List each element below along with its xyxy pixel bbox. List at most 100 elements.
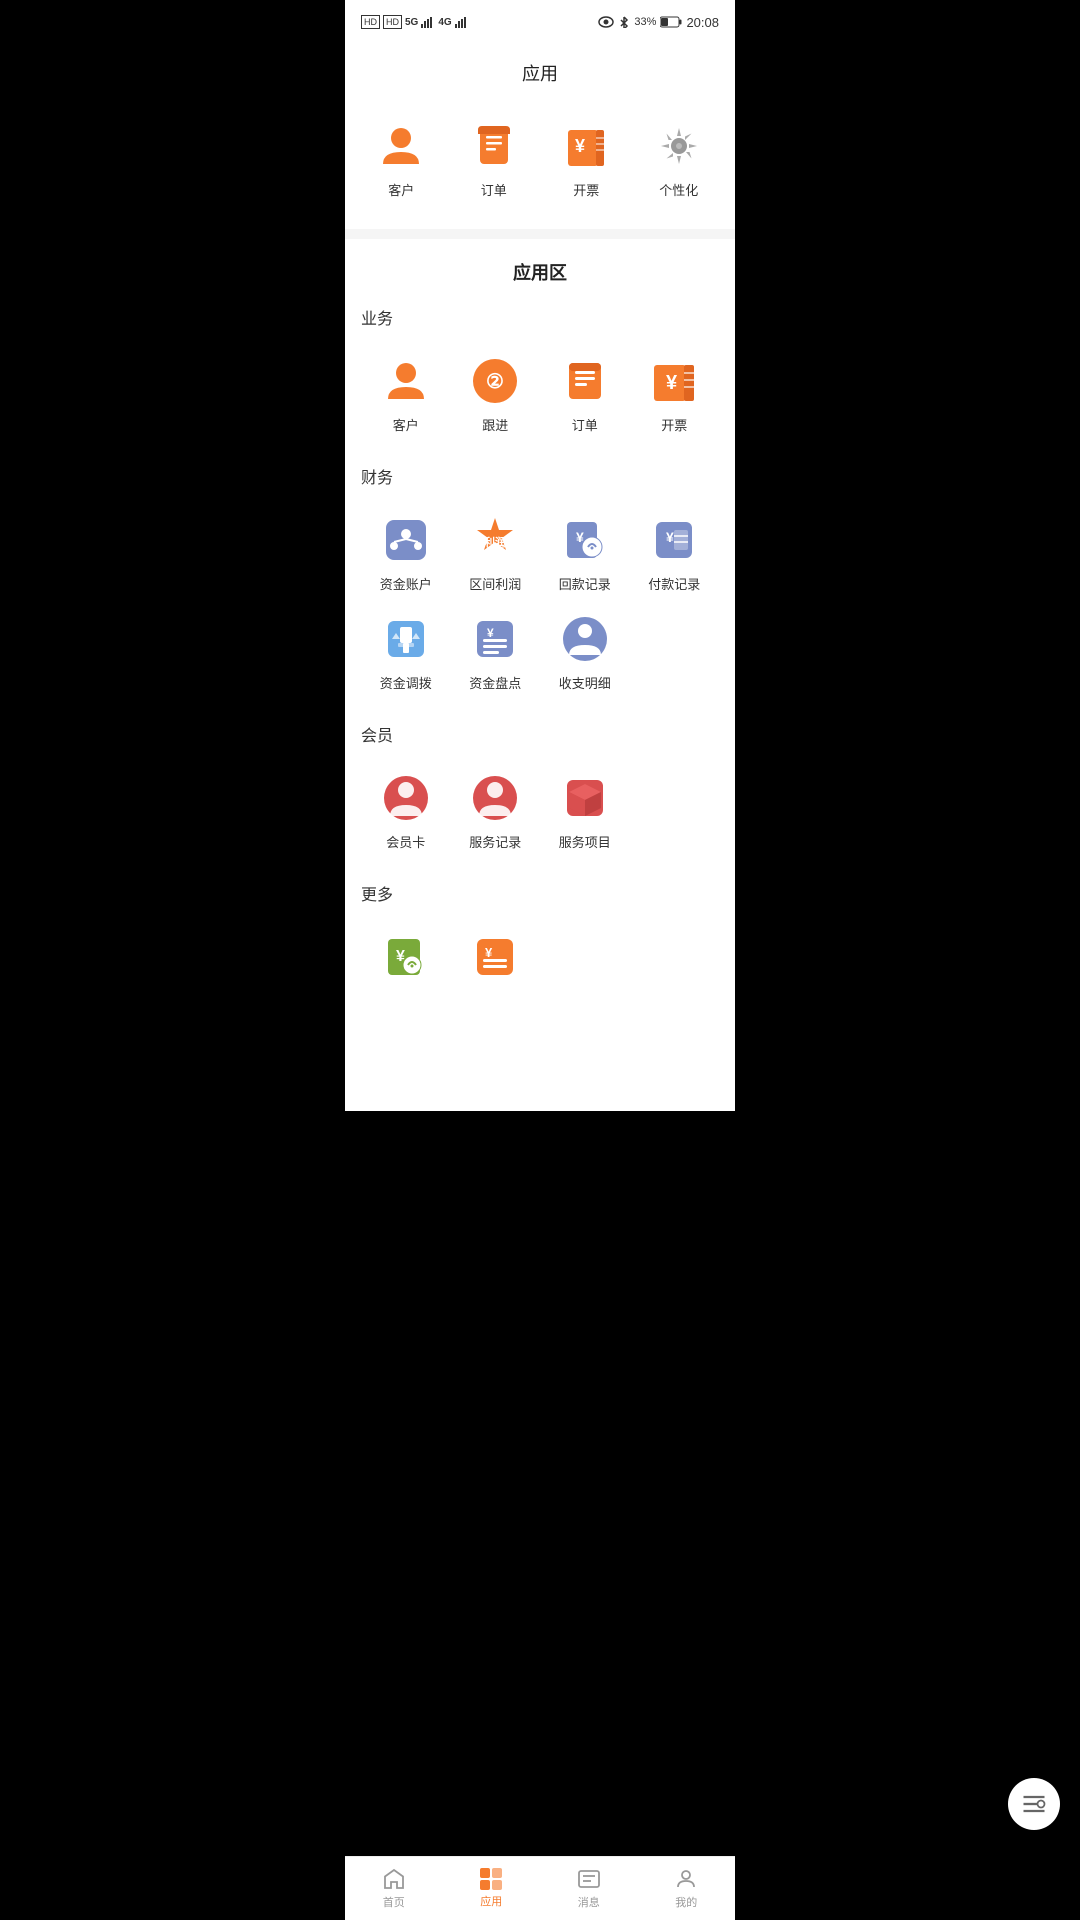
fin-profit-label: 区间利润 bbox=[469, 574, 521, 593]
category-more-label: 更多 bbox=[361, 881, 719, 905]
hd-badge: HD bbox=[361, 15, 380, 30]
top-apps-section: 应用 客户 bbox=[345, 44, 735, 229]
time: 20:08 bbox=[686, 15, 719, 30]
top-section-title: 应用 bbox=[345, 60, 735, 86]
top-item-personalize[interactable]: 个性化 bbox=[633, 110, 726, 209]
hd2-badge: HD bbox=[383, 15, 402, 30]
top-item-personalize-label: 个性化 bbox=[659, 180, 698, 199]
svg-text:¥: ¥ bbox=[485, 945, 493, 960]
fin-fund-transfer-label: 资金调拨 bbox=[380, 673, 432, 692]
app-zone-title: 应用区 bbox=[345, 259, 735, 285]
more-grid: ¥ ¥ bbox=[361, 921, 719, 1001]
member-card-icon bbox=[380, 772, 432, 824]
svg-text:¥: ¥ bbox=[666, 529, 674, 545]
biz-customer-label: 客户 bbox=[393, 415, 419, 434]
mem-service-record[interactable]: 服务记录 bbox=[451, 762, 541, 861]
mem-card-label: 会员卡 bbox=[386, 832, 425, 851]
mem-card[interactable]: 会员卡 bbox=[361, 762, 451, 861]
divider bbox=[345, 229, 735, 239]
service-record-icon bbox=[469, 772, 521, 824]
biz-follow-icon: ② bbox=[469, 355, 521, 407]
more1-icon: ¥ bbox=[380, 931, 432, 983]
biz-order-label: 订单 bbox=[572, 415, 598, 434]
fin-repayment-label: 回款记录 bbox=[559, 574, 611, 593]
category-member: 会员 会员卡 bbox=[345, 722, 735, 861]
mem-empty bbox=[630, 762, 720, 861]
status-bar: HD HD 5G 4G 33% 20:08 bbox=[345, 0, 735, 44]
app-zone: 应用区 业务 客户 bbox=[345, 239, 735, 1041]
signal-5g: 5G bbox=[405, 17, 418, 28]
category-business: 业务 客户 ② bbox=[345, 305, 735, 444]
biz-customer[interactable]: 客户 bbox=[361, 345, 451, 444]
more-item-2[interactable]: ¥ bbox=[451, 921, 541, 1001]
order-icon bbox=[468, 120, 520, 172]
biz-follow[interactable]: ② 跟进 bbox=[451, 345, 541, 444]
fin-fund-check[interactable]: ¥ 资金盘点 bbox=[451, 603, 541, 702]
profit-icon: 利润 bbox=[469, 514, 521, 566]
mem-service-record-label: 服务记录 bbox=[469, 832, 521, 851]
finance-grid: 资金账户 利润 区间利润 ¥ bbox=[361, 504, 719, 702]
service-item-icon bbox=[559, 772, 611, 824]
eye-icon bbox=[598, 16, 614, 28]
mem-service-item-label: 服务项目 bbox=[559, 832, 611, 851]
main-content: 应用 客户 bbox=[345, 44, 735, 1111]
signal-bars-icon bbox=[421, 16, 435, 28]
fin-empty bbox=[630, 603, 720, 702]
top-item-customer-label: 客户 bbox=[388, 180, 414, 199]
svg-text:利润: 利润 bbox=[484, 535, 506, 549]
fin-fund-account[interactable]: 资金账户 bbox=[361, 504, 451, 603]
income-expense-icon bbox=[559, 613, 611, 665]
svg-text:②: ② bbox=[486, 371, 504, 393]
category-finance-label: 财务 bbox=[361, 464, 719, 488]
battery-percent: 33% bbox=[634, 16, 656, 28]
biz-follow-label: 跟进 bbox=[482, 415, 508, 434]
fin-fund-account-label: 资金账户 bbox=[380, 574, 432, 593]
biz-order-icon bbox=[559, 355, 611, 407]
customer-icon bbox=[375, 120, 427, 172]
status-right-area: 33% 20:08 bbox=[598, 15, 719, 30]
payment-icon: ¥ bbox=[648, 514, 700, 566]
more-item-1[interactable]: ¥ bbox=[361, 921, 451, 1001]
bluetooth-icon bbox=[618, 16, 630, 28]
svg-text:¥: ¥ bbox=[487, 626, 494, 640]
fund-check-icon: ¥ bbox=[469, 613, 521, 665]
battery-icon bbox=[660, 16, 682, 28]
fin-fund-check-label: 资金盘点 bbox=[469, 673, 521, 692]
fin-income-expense-label: 收支明细 bbox=[559, 673, 611, 692]
member-grid: 会员卡 服务记录 bbox=[361, 762, 719, 861]
repayment-icon: ¥ bbox=[559, 514, 611, 566]
top-icon-grid: 客户 订单 ¥ bbox=[345, 110, 735, 209]
biz-invoice-label: 开票 bbox=[661, 415, 687, 434]
biz-invoice[interactable]: ¥ 开票 bbox=[630, 345, 720, 444]
fin-repayment[interactable]: ¥ 回款记录 bbox=[540, 504, 630, 603]
signal-bars2-icon bbox=[455, 16, 469, 28]
business-grid: 客户 ② 跟进 bbox=[361, 345, 719, 444]
fin-income-expense[interactable]: 收支明细 bbox=[540, 603, 630, 702]
category-finance: 财务 资金账户 bbox=[345, 464, 735, 702]
fin-payment[interactable]: ¥ 付款记录 bbox=[630, 504, 720, 603]
fund-account-icon bbox=[380, 514, 432, 566]
signal-4g: 4G bbox=[438, 17, 451, 28]
fund-transfer-icon bbox=[380, 613, 432, 665]
settings-icon bbox=[653, 120, 705, 172]
top-item-invoice-label: 开票 bbox=[573, 180, 599, 199]
biz-customer-icon bbox=[380, 355, 432, 407]
category-more: 更多 ¥ bbox=[345, 881, 735, 1001]
more2-icon: ¥ bbox=[469, 931, 521, 983]
biz-order[interactable]: 订单 bbox=[540, 345, 630, 444]
svg-text:¥: ¥ bbox=[666, 372, 678, 394]
status-signals: HD HD 5G 4G bbox=[361, 15, 469, 30]
fin-fund-transfer[interactable]: 资金调拨 bbox=[361, 603, 451, 702]
category-member-label: 会员 bbox=[361, 722, 719, 746]
top-item-customer[interactable]: 客户 bbox=[355, 110, 448, 209]
top-item-order[interactable]: 订单 bbox=[448, 110, 541, 209]
top-item-invoice[interactable]: ¥ 开票 bbox=[540, 110, 633, 209]
category-business-label: 业务 bbox=[361, 305, 719, 329]
fin-profit[interactable]: 利润 区间利润 bbox=[451, 504, 541, 603]
top-item-order-label: 订单 bbox=[481, 180, 507, 199]
biz-invoice-icon: ¥ bbox=[648, 355, 700, 407]
mem-service-item[interactable]: 服务项目 bbox=[540, 762, 630, 861]
svg-text:¥: ¥ bbox=[575, 136, 585, 156]
fin-payment-label: 付款记录 bbox=[648, 574, 700, 593]
invoice-icon: ¥ bbox=[560, 120, 612, 172]
